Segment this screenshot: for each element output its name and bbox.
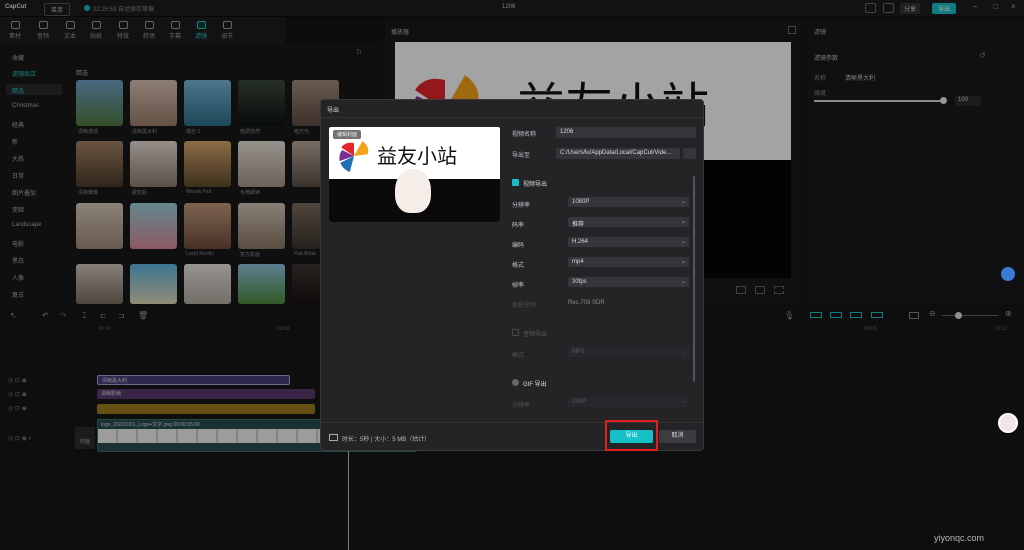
export-path-label: 导出至 — [512, 153, 531, 159]
gif-resolution-select[interactable]: 240P ⌄ — [568, 397, 689, 407]
gif-export-checkbox[interactable] — [512, 379, 519, 386]
gif-export-heading: GIF 导出 — [523, 382, 547, 388]
video-export-heading: 视频导出 — [523, 182, 548, 188]
audio-export-heading: 音频导出 — [523, 332, 548, 338]
folder-icon[interactable] — [683, 148, 696, 159]
edit-cover-button[interactable]: 编辑封面 — [333, 130, 362, 139]
avatar[interactable] — [998, 413, 1018, 433]
bitrate-label: 码率 — [512, 223, 525, 229]
watermark: yiyonqc.com — [934, 533, 985, 543]
color-space-value: Rec.709 SDR — [568, 300, 605, 306]
assistant-icon[interactable] — [1001, 267, 1015, 281]
codec-label: 编码 — [512, 243, 525, 249]
resolution-label: 分辨率 — [512, 203, 531, 209]
preview-mascot — [395, 169, 431, 213]
gif-resolution-label: 分辨率 — [512, 403, 531, 409]
audio-format-label: 格式 — [512, 353, 525, 359]
fps-select[interactable]: 30fps ⌄ — [568, 277, 689, 287]
chevron-down-icon: ⌄ — [680, 279, 686, 285]
video-name-label: 视频名称 — [512, 132, 537, 138]
chevron-down-icon: ⌄ — [680, 349, 686, 355]
export-button[interactable]: 导出 — [610, 430, 653, 443]
codec-select[interactable]: H.264 ⌄ — [568, 237, 689, 247]
settings-scrollbar[interactable] — [693, 176, 695, 382]
dialog-divider — [321, 117, 703, 118]
dialog-title: 导出 — [327, 108, 340, 114]
chevron-down-icon: ⌄ — [680, 399, 686, 405]
video-name-input[interactable]: 1206 — [556, 127, 696, 138]
export-path-input[interactable]: C:/Users/lu/AppData/Local/CapCut/Vide... — [556, 148, 680, 159]
cancel-button[interactable]: 取消 — [659, 430, 696, 443]
bitrate-select[interactable]: 推荐 ⌄ — [568, 217, 689, 228]
preview-title-text: 益友小站 — [377, 144, 457, 168]
resolution-select[interactable]: 1080P ⌄ — [568, 197, 689, 207]
color-space-label: 色彩空间 — [512, 303, 537, 309]
chevron-down-icon: ⌄ — [680, 259, 686, 265]
fps-label: 帧率 — [512, 283, 525, 289]
format-label: 格式 — [512, 263, 525, 269]
video-export-checkbox[interactable] — [512, 179, 519, 186]
chevron-down-icon: ⌄ — [680, 219, 686, 225]
export-dialog: 导出 益友小站 编辑封面 视频名称 1206 导出至 C:/Users/lu/A… — [320, 99, 704, 451]
format-select[interactable]: mp4 ⌄ — [568, 257, 689, 267]
export-info: 时长：5秒 | 大小：5 MB（估计） — [342, 437, 431, 443]
chevron-down-icon: ⌄ — [680, 199, 686, 205]
audio-format-select[interactable]: MP3 ⌄ — [568, 347, 689, 357]
export-preview: 益友小站 编辑封面 — [329, 127, 500, 222]
audio-export-checkbox[interactable] — [512, 329, 519, 336]
preview-logo-graphic — [339, 141, 369, 173]
chevron-down-icon: ⌄ — [680, 239, 686, 245]
film-icon — [329, 434, 338, 441]
